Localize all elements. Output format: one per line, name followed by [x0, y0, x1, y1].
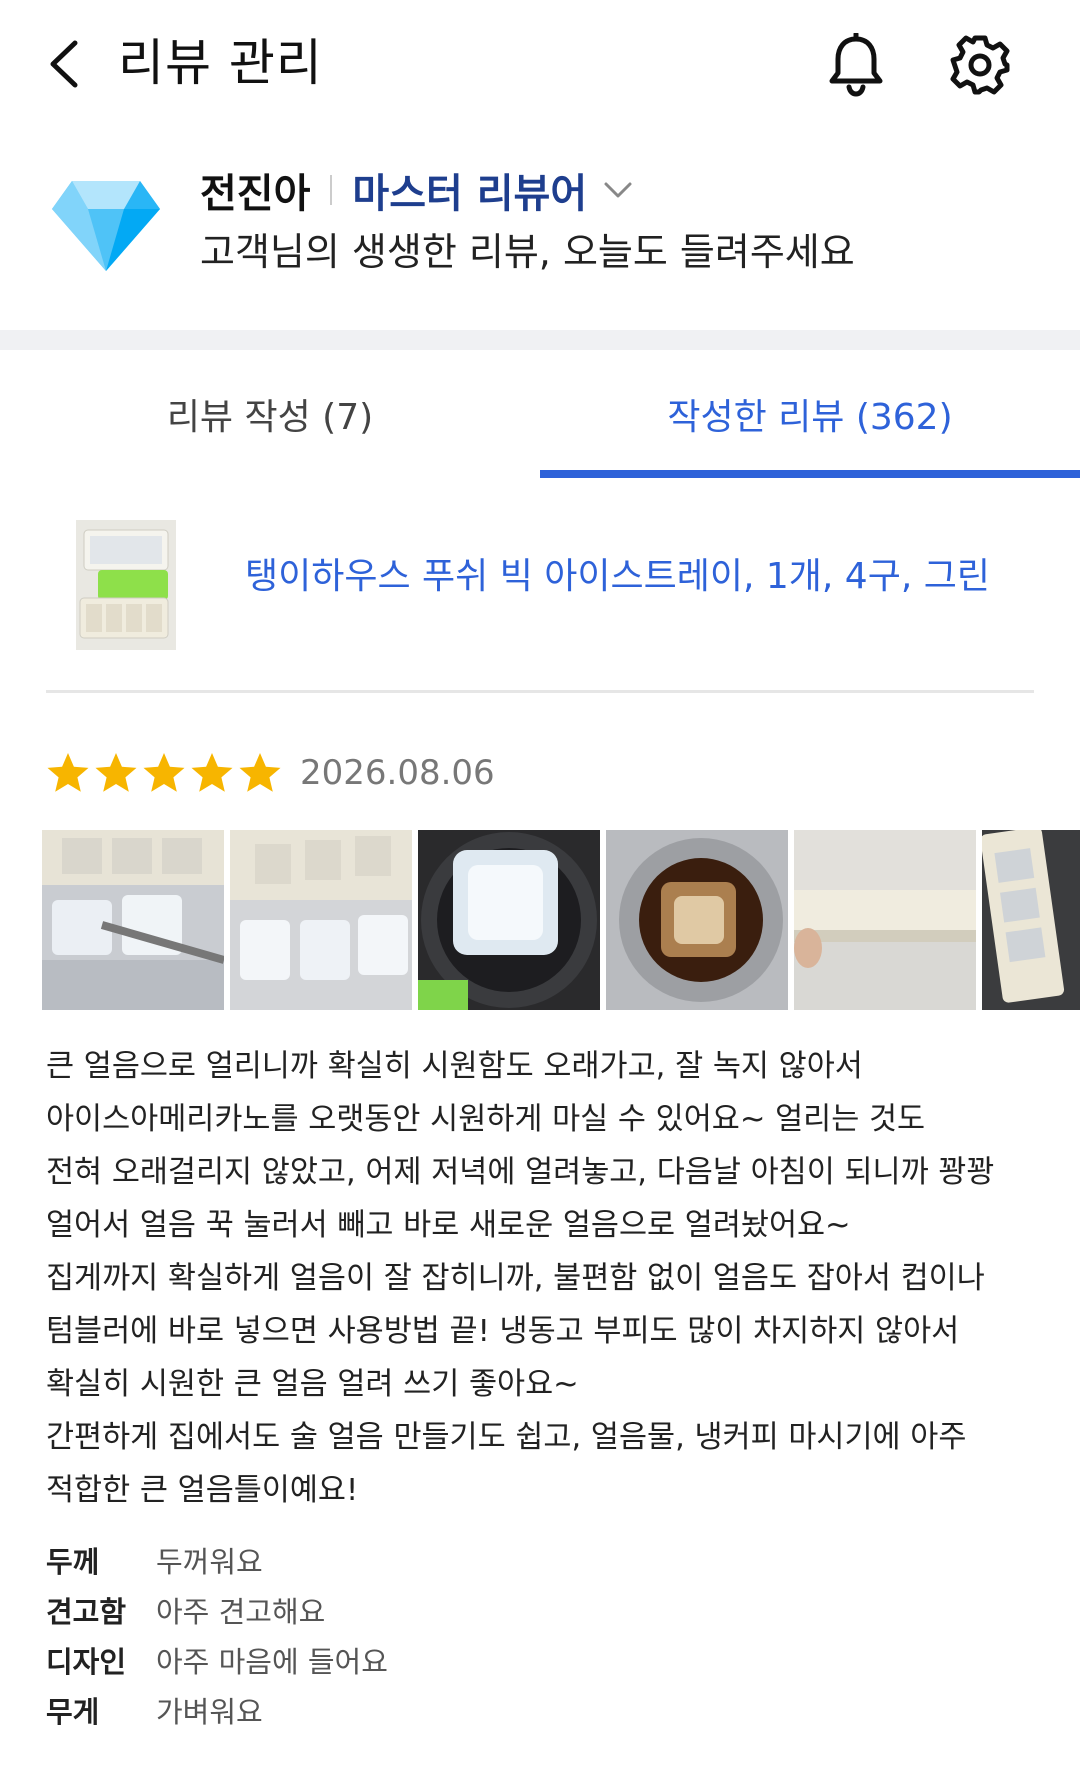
attribute-value: 가벼워요: [156, 1695, 263, 1729]
product-divider: [46, 690, 1034, 693]
bell-icon: [829, 33, 883, 97]
page-title: 리뷰 관리: [118, 34, 323, 92]
section-divider: [0, 330, 1080, 350]
review-attributes: 두께 두꺼워요 견고함 아주 견고해요 디자인 아주 마음에 들어요 무게 가벼…: [46, 1535, 946, 1735]
tab-written-reviews[interactable]: 작성한 리뷰 (362): [540, 350, 1080, 478]
tab-write-review[interactable]: 리뷰 작성 (7): [0, 350, 540, 478]
star-icon: [191, 753, 233, 792]
review-photo-strip[interactable]: [42, 830, 1080, 1010]
attribute-value: 두꺼워요: [156, 1545, 263, 1579]
app-header: 리뷰 관리: [0, 0, 1080, 130]
attribute-label: 디자인: [46, 1645, 127, 1679]
review-text-line: 집게까지 확실하게 얼음이 잘 잡히니까, 불편함 없이 얼음도 잡아서 컵이나: [46, 1261, 985, 1296]
profile-subtitle: 고객님의 생생한 리뷰, 오늘도 들려주세요: [200, 230, 855, 274]
review-photo[interactable]: [42, 830, 224, 1010]
review-tabs: 리뷰 작성 (7) 작성한 리뷰 (362): [0, 350, 1080, 478]
attribute-row: 무게 가벼워요: [46, 1685, 946, 1735]
attribute-value: 아주 마음에 들어요: [156, 1645, 388, 1679]
review-photo[interactable]: [418, 830, 600, 1010]
review-text-line: 전혀 오래걸리지 않았고, 어제 저녁에 얼려놓고, 다음날 아침이 되니까 꽝…: [46, 1155, 995, 1190]
diamond-icon: [52, 181, 160, 271]
attribute-label: 두께: [46, 1545, 100, 1579]
chevron-down-icon[interactable]: [603, 174, 635, 206]
attribute-label: 견고함: [46, 1595, 127, 1629]
chevron-left-icon: [50, 40, 78, 88]
name-divider: [330, 175, 333, 205]
attribute-label: 무게: [46, 1695, 100, 1729]
gear-icon: [950, 35, 1010, 95]
back-button[interactable]: [40, 30, 88, 98]
review-text-line: 간편하게 집에서도 술 얼음 만들기도 쉽고, 얼음물, 냉커피 마시기에 아주: [46, 1420, 967, 1455]
product-row[interactable]: 탱이하우스 푸쉬 빅 아이스트레이, 1개, 4구, 그린: [0, 510, 1080, 660]
reviewer-profile: 전진아 마스터 리뷰어 고객님의 생생한 리뷰, 오늘도 들려주세요: [0, 150, 1080, 330]
attribute-row: 디자인 아주 마음에 들어요: [46, 1635, 946, 1685]
star-icon: [47, 753, 89, 792]
attribute-row: 두께 두꺼워요: [46, 1535, 946, 1585]
attribute-value: 아주 견고해요: [156, 1595, 326, 1629]
review-text-line: 얼어서 얼음 꾹 눌러서 빼고 바로 새로운 얼음으로 얼려놨어요~: [46, 1208, 851, 1243]
review-photo[interactable]: [982, 830, 1080, 1010]
star-rating: [46, 751, 282, 795]
review-text-line: 큰 얼음으로 얼리니까 확실히 시원함도 오래가고, 잘 녹지 않아서: [46, 1049, 863, 1084]
notification-button[interactable]: [820, 26, 892, 104]
reviewer-grade[interactable]: 마스터 리뷰어: [352, 161, 587, 219]
star-icon: [95, 753, 137, 792]
review-photo[interactable]: [794, 830, 976, 1010]
product-name-link[interactable]: 탱이하우스 푸쉬 빅 아이스트레이, 1개, 4구, 그린: [245, 550, 990, 604]
star-icon: [143, 753, 185, 792]
active-tab-indicator: [540, 470, 1080, 478]
review-text-line: 적합한 큰 얼음틀이예요!: [46, 1473, 359, 1508]
star-icon: [239, 753, 281, 792]
review-text-line: 아이스아메리카노를 오랫동안 시원하게 마실 수 있어요~ 얼리는 것도: [46, 1102, 926, 1137]
review-photo[interactable]: [230, 830, 412, 1010]
review-date: 2026.08.06: [300, 753, 495, 793]
reviewer-name: 전진아: [200, 171, 311, 217]
rating-row: 2026.08.06: [46, 745, 495, 801]
settings-button[interactable]: [944, 26, 1016, 104]
review-photo[interactable]: [606, 830, 788, 1010]
attribute-row: 견고함 아주 견고해요: [46, 1585, 946, 1635]
review-text-line: 확실히 시원한 큰 얼음 얼려 쓰기 좋아요~: [46, 1367, 579, 1402]
product-thumbnail[interactable]: [76, 520, 176, 650]
review-body: 큰 얼음으로 얼리니까 확실히 시원함도 오래가고, 잘 녹지 않아서 아이스아…: [46, 1040, 1046, 1517]
review-text-line: 텀블러에 바로 넣으면 사용방법 끝! 냉동고 부피도 많이 차지하지 않아서: [46, 1314, 960, 1349]
